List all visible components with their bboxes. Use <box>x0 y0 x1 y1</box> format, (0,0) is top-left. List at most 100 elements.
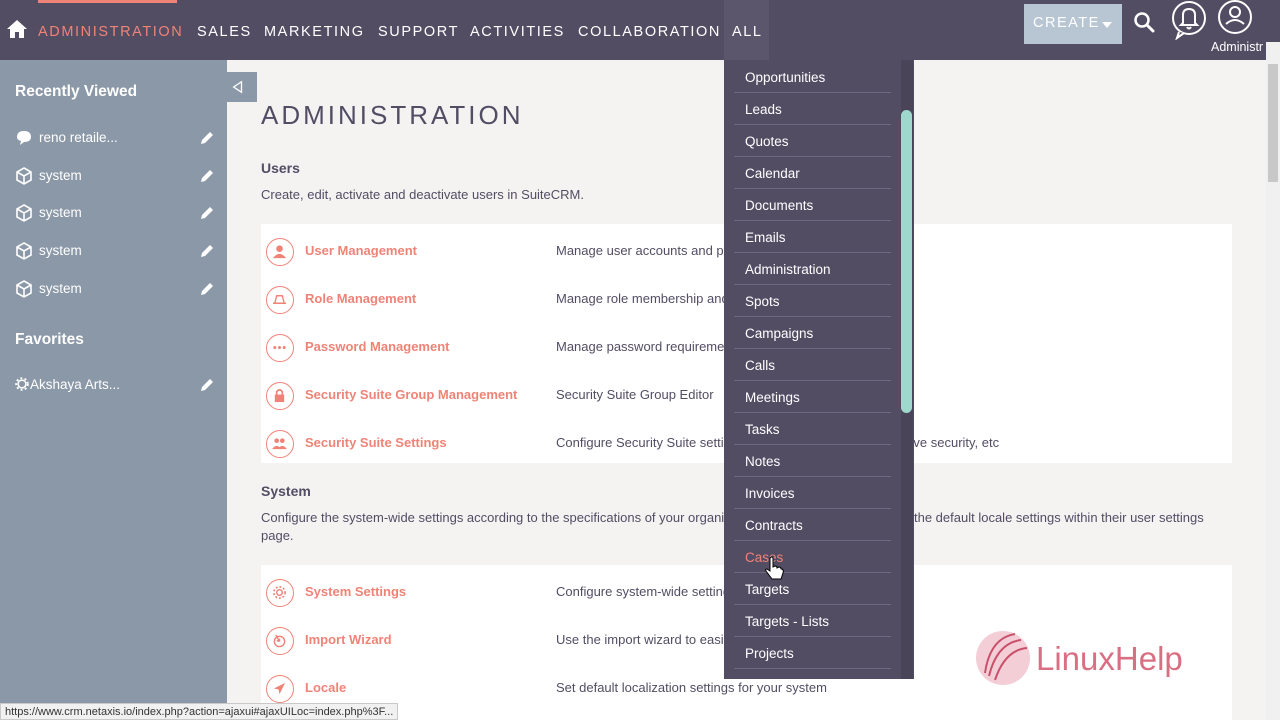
import-wizard-link[interactable]: Import Wizard <box>305 632 392 647</box>
pencil-icon[interactable] <box>199 130 215 146</box>
dropdown-scrollbar-thumb[interactable] <box>901 110 912 413</box>
dropdown-item-label: Leads <box>745 102 782 117</box>
system-section-description-right: the default locale settings within their… <box>914 510 1204 525</box>
security-suite-group-management-link[interactable]: Security Suite Group Management <box>305 387 517 402</box>
recent-item-label: system <box>39 243 82 258</box>
create-button[interactable]: CREATE <box>1024 4 1122 44</box>
dropdown-item[interactable]: Calls <box>734 349 891 381</box>
role-management-link[interactable]: Role Management <box>305 291 416 306</box>
dropdown-item-label: Campaigns <box>745 326 814 341</box>
pencil-icon[interactable] <box>199 168 215 184</box>
dropdown-item-label: Projects <box>745 646 794 661</box>
cube-icon <box>16 242 32 260</box>
dropdown-item[interactable]: Notes <box>734 445 891 477</box>
system-settings-link[interactable]: System Settings <box>305 584 406 599</box>
role-icon <box>266 286 294 314</box>
dropdown-item[interactable]: Contracts <box>734 509 891 541</box>
home-icon[interactable] <box>6 18 28 40</box>
pencil-icon[interactable] <box>199 377 215 393</box>
tab-administration[interactable]: ADMINISTRATION <box>38 24 183 40</box>
row-description: Manage role membership and <box>556 291 729 306</box>
bell-icon[interactable] <box>1171 0 1207 40</box>
group-icon <box>266 430 294 458</box>
lock-icon <box>266 382 294 410</box>
row-description-tail: itive security, etc <box>904 435 1000 450</box>
password-management-link[interactable]: Password Management <box>305 339 450 354</box>
tab-all[interactable]: ALL <box>732 24 763 40</box>
dropdown-item[interactable]: Administration <box>734 253 891 285</box>
dropdown-item[interactable]: Documents <box>734 189 891 221</box>
user-management-link[interactable]: User Management <box>305 243 417 258</box>
dropdown-item-label: Administration <box>745 262 831 277</box>
active-tab-indicator <box>38 0 177 3</box>
dropdown-item-label: Tasks <box>745 422 780 437</box>
cube-icon <box>16 280 32 298</box>
tab-marketing[interactable]: MARKETING <box>264 24 365 40</box>
row-description: Configure system-wide setting <box>556 584 731 599</box>
system-section-heading: System <box>261 483 311 499</box>
tab-sales[interactable]: SALES <box>197 24 252 40</box>
tab-activities[interactable]: ACTIVITIES <box>470 24 565 40</box>
dropdown-item-label: Opportunities <box>745 70 826 85</box>
dropdown-item[interactable]: Targets <box>734 573 891 605</box>
dropdown-item[interactable]: Opportunities <box>734 61 891 93</box>
recent-item-label: system <box>39 205 82 220</box>
row-description: Manage user accounts and pas <box>556 243 738 258</box>
chat-bubble-icon <box>17 131 31 145</box>
user-menu-label[interactable]: Administr <box>1211 40 1263 54</box>
tab-support[interactable]: SUPPORT <box>378 24 459 40</box>
dropdown-item-label: Calls <box>745 358 776 373</box>
dropdown-item[interactable]: Tasks <box>734 413 891 445</box>
page-scrollbar-thumb[interactable] <box>1268 64 1278 182</box>
system-section-description: Configure the system-wide settings accor… <box>261 510 724 525</box>
gear-icon <box>15 377 29 391</box>
recently-viewed-heading: Recently Viewed <box>15 83 138 100</box>
hand-cursor-icon <box>765 556 784 580</box>
favorites-heading: Favorites <box>15 331 84 348</box>
user-avatar-icon[interactable] <box>1216 0 1254 34</box>
dropdown-item[interactable]: Calendar <box>734 157 891 189</box>
recent-item[interactable]: system <box>15 204 215 226</box>
dropdown-item[interactable]: Spots <box>734 285 891 317</box>
recent-item[interactable]: system <box>15 280 215 302</box>
row-description: Use the import wizard to easil <box>556 632 727 647</box>
all-modules-dropdown: Opportunities Leads Quotes Calendar Docu… <box>724 60 914 679</box>
top-navigation-bar: ADMINISTRATION SALES MARKETING SUPPORT A… <box>0 0 1280 60</box>
recent-item[interactable]: system <box>15 167 215 189</box>
cube-icon <box>16 204 32 222</box>
sidebar-collapse-button[interactable] <box>227 72 257 102</box>
dropdown-item-label: Calendar <box>745 166 800 181</box>
import-icon <box>266 627 294 655</box>
search-icon[interactable] <box>1132 10 1156 34</box>
recent-item[interactable]: reno retaile... <box>15 129 215 151</box>
user-icon <box>266 238 294 266</box>
security-suite-settings-link[interactable]: Security Suite Settings <box>305 435 447 450</box>
watermark-text: LinuxHelp <box>1036 640 1183 677</box>
recent-item[interactable]: system <box>15 242 215 264</box>
locale-link[interactable]: Locale <box>305 680 346 695</box>
settings-icon <box>266 579 294 607</box>
cube-icon <box>16 167 32 185</box>
dropdown-item[interactable]: Meetings <box>734 381 891 413</box>
dropdown-item-label: Quotes <box>745 134 789 149</box>
dropdown-item-label: Documents <box>745 198 814 213</box>
recent-item-label: system <box>39 168 82 183</box>
dropdown-item-hovered[interactable]: Cases <box>734 541 891 573</box>
dropdown-item[interactable]: Targets - Lists <box>734 605 891 637</box>
favorite-item[interactable]: Akshaya Arts... <box>15 376 215 398</box>
pencil-icon[interactable] <box>199 281 215 297</box>
dropdown-item[interactable]: Invoices <box>734 477 891 509</box>
pencil-icon[interactable] <box>199 243 215 259</box>
dropdown-item[interactable]: Emails <box>734 221 891 253</box>
users-section-heading: Users <box>261 160 300 176</box>
dropdown-item[interactable]: Leads <box>734 93 891 125</box>
locale-icon <box>266 675 294 703</box>
dropdown-item[interactable]: Projects <box>734 637 891 669</box>
dropdown-item[interactable]: Campaigns <box>734 317 891 349</box>
favorite-item-label: Akshaya Arts... <box>30 377 121 392</box>
row-description: Security Suite Group Editor <box>556 387 714 402</box>
dropdown-item[interactable]: Quotes <box>734 125 891 157</box>
row-description: Set default localization settings for yo… <box>556 680 827 695</box>
tab-collaboration[interactable]: COLLABORATION <box>578 24 721 40</box>
pencil-icon[interactable] <box>199 205 215 221</box>
